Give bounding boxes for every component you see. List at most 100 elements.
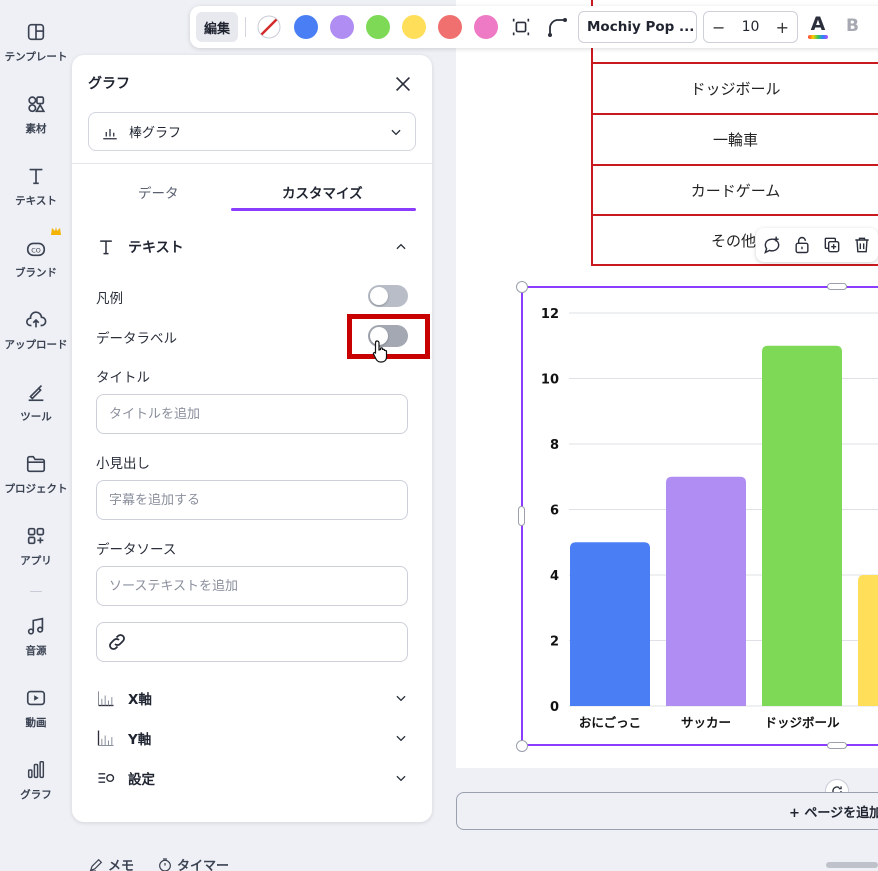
decrease-size-button[interactable]: − <box>712 18 725 37</box>
data-source-field[interactable] <box>96 566 408 606</box>
rail-item-charts[interactable]: グラフ <box>0 759 72 802</box>
chart-icon <box>27 761 45 779</box>
trash-icon[interactable] <box>852 235 872 255</box>
close-icon[interactable] <box>392 73 414 95</box>
y-axis-section[interactable]: Y軸 <box>96 726 408 750</box>
text-color-bar <box>808 35 828 39</box>
rail-label: 動画 <box>25 717 47 729</box>
font-family-dropdown[interactable]: Mochiy Pop ... <box>578 11 697 43</box>
rail-item-audio[interactable]: 音源 <box>0 615 72 658</box>
chevron-down-icon <box>396 735 406 742</box>
lock-icon[interactable] <box>792 235 812 255</box>
rail-label: グラフ <box>20 789 52 801</box>
resize-handle-bottom-left[interactable] <box>516 740 528 752</box>
notes-button[interactable]: メモ <box>88 855 134 871</box>
horizontal-scrollbar[interactable] <box>826 862 878 868</box>
font-size-stepper[interactable]: − 10 + <box>703 11 798 43</box>
corner-rounding-icon[interactable] <box>546 15 570 39</box>
data-source-input[interactable] <box>109 578 395 594</box>
table-row[interactable]: カードゲーム <box>593 166 878 216</box>
settings-section[interactable]: 設定 <box>96 766 408 790</box>
spacing-icon[interactable] <box>510 16 532 38</box>
color-swatch-yellow[interactable] <box>402 15 426 39</box>
rail-item-templates[interactable]: テンプレート <box>0 21 72 64</box>
increase-size-button[interactable]: + <box>776 18 789 37</box>
add-page-button[interactable]: + ページを追加 <box>456 792 878 830</box>
rail-label: アップロード <box>4 339 68 351</box>
rail-item-elements[interactable]: 素材 <box>0 93 72 136</box>
bar-chart-icon <box>103 128 117 139</box>
legend-toggle[interactable] <box>368 285 408 307</box>
title-input[interactable] <box>109 406 395 422</box>
x-axis-section[interactable]: X軸 <box>96 686 408 710</box>
rail-label: テキスト <box>15 195 57 207</box>
svg-text:CO: CO <box>31 247 41 255</box>
chevron-up-icon <box>396 243 406 250</box>
rail-item-projects[interactable]: プロジェクト <box>0 453 72 496</box>
top-toolbar: 編集 Mochiy Pop ... − 10 + A B <box>190 6 878 48</box>
data-source-label: データソース <box>96 542 177 558</box>
font-size-value[interactable]: 10 <box>742 19 760 35</box>
tab-data[interactable]: データ <box>138 182 179 202</box>
elements-icon <box>28 96 46 113</box>
section-title: テキスト <box>128 240 184 256</box>
table-row[interactable]: ドッジボール <box>593 64 878 115</box>
video-icon <box>26 690 46 706</box>
color-swatch-green[interactable] <box>366 15 390 39</box>
apps-icon <box>27 527 45 545</box>
subtitle-input[interactable] <box>109 492 395 508</box>
chart-type-dropdown[interactable]: 棒グラフ <box>88 112 416 151</box>
data-label-label: データラベル <box>96 331 177 347</box>
resize-handle-top[interactable] <box>827 283 847 290</box>
subtitle-field[interactable] <box>96 480 408 520</box>
edit-button[interactable]: 編集 <box>196 12 238 42</box>
rail-label: テンプレート <box>4 51 68 63</box>
template-icon <box>27 23 45 41</box>
color-swatch-pink[interactable] <box>474 15 498 39</box>
tab-customize[interactable]: カスタマイズ <box>282 182 363 202</box>
resize-handle-bottom[interactable] <box>827 742 847 749</box>
link-field[interactable] <box>96 622 408 662</box>
text-color-glyph: A <box>810 13 826 35</box>
timer-label: タイマー <box>177 859 230 871</box>
panel-divider <box>72 163 432 164</box>
folder-icon <box>26 455 46 473</box>
chart-panel: グラフ 棒グラフ データ カスタマイズ テキスト 凡例 データラベル タイトル … <box>72 55 432 822</box>
color-swatch-blue[interactable] <box>294 15 318 39</box>
add-comment-icon[interactable] <box>762 235 782 255</box>
rail-divider <box>30 591 42 592</box>
color-swatch-purple[interactable] <box>330 15 354 39</box>
settings-icon <box>98 773 115 783</box>
object-toolbar <box>756 228 878 262</box>
legend-label: 凡例 <box>96 291 123 307</box>
notes-icon <box>89 858 103 871</box>
tools-icon <box>28 384 44 402</box>
color-swatch-red[interactable] <box>438 15 462 39</box>
rail-label: ブランド <box>15 267 57 279</box>
table-row[interactable]: 一輪車 <box>593 115 878 166</box>
crown-icon <box>51 227 61 235</box>
text-section-header[interactable]: テキスト <box>96 235 408 259</box>
rail-item-text[interactable]: テキスト <box>0 165 72 208</box>
duplicate-icon[interactable] <box>822 235 842 255</box>
resize-handle-left[interactable] <box>518 506 525 526</box>
rail-item-video[interactable]: 動画 <box>0 687 72 730</box>
chart-type-label: 棒グラフ <box>129 126 182 141</box>
rail-item-upload[interactable]: アップロード <box>0 309 72 352</box>
chart-selection-frame <box>521 286 878 746</box>
toolbar-divider <box>245 17 246 37</box>
timer-button[interactable]: タイマー <box>157 855 229 871</box>
rail-item-brand[interactable]: CO ブランド <box>0 237 72 280</box>
music-icon <box>27 617 44 635</box>
rail-label: プロジェクト <box>4 483 68 495</box>
no-color-swatch[interactable] <box>257 15 281 39</box>
x-axis-label: X軸 <box>128 692 152 708</box>
title-field[interactable] <box>96 394 408 434</box>
rail-item-tools[interactable]: ツール <box>0 381 72 424</box>
text-icon <box>100 240 112 255</box>
resize-handle-top-left[interactable] <box>516 281 528 293</box>
subtitle-label: 小見出し <box>96 456 150 472</box>
text-color-button[interactable]: A <box>808 13 828 41</box>
rail-item-apps[interactable]: アプリ <box>0 525 72 568</box>
bold-button[interactable]: B <box>846 16 859 36</box>
